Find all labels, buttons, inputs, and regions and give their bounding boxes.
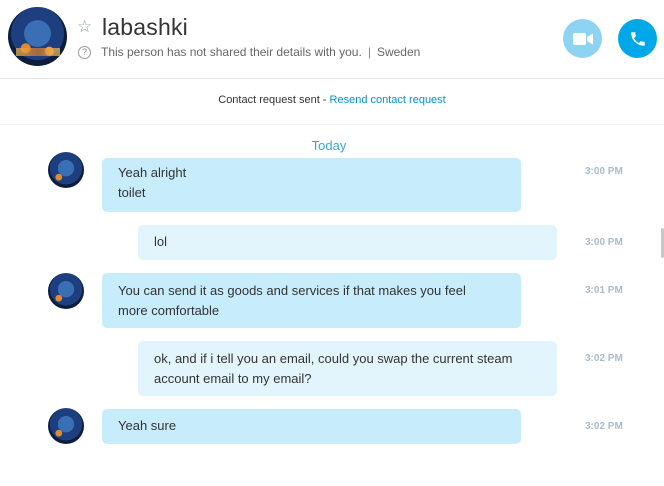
resend-contact-request-link[interactable]: Resend contact request <box>330 94 446 106</box>
contact-location: Sweden <box>376 45 421 59</box>
message-bubble[interactable]: ok, and if i tell you an email, could yo… <box>138 341 557 396</box>
question-circle-icon: ? <box>78 45 91 59</box>
message-text-line: toilet <box>118 185 146 200</box>
conversation-header: ☆ labashki ? This person has not shared … <box>0 0 664 79</box>
message-text-line: Yeah sure <box>118 418 177 433</box>
message-timestamp: 3:02 PM <box>585 353 623 364</box>
message-text-line: account email to my email? <box>154 371 312 386</box>
message-bubble[interactable]: Yeah alright toilet <box>102 158 521 212</box>
message-timestamp: 3:01 PM <box>585 285 623 296</box>
date-divider: Today <box>311 138 347 153</box>
message-bubble[interactable]: You can send it as goods and services if… <box>102 273 521 328</box>
message-timestamp: 3:00 PM <box>585 237 623 248</box>
message-text-line: You can send it as goods and services if… <box>118 283 466 298</box>
details-text: This person has not shared their details… <box>101 45 362 59</box>
contact-details-row: ? This person has not shared their detai… <box>78 45 420 59</box>
message-timestamp: 3:02 PM <box>585 421 623 432</box>
message-bubble[interactable]: Yeah sure <box>102 409 521 444</box>
message-avatar[interactable] <box>48 408 84 444</box>
message-text-line: Yeah alright <box>118 165 187 180</box>
phone-icon <box>630 31 645 46</box>
message-bubble[interactable]: lol <box>138 225 557 260</box>
video-call-button[interactable] <box>563 19 602 58</box>
video-camera-icon <box>572 32 593 45</box>
details-separator: | <box>367 45 371 59</box>
contact-request-status: Contact request sent <box>218 94 320 106</box>
message-avatar[interactable] <box>48 273 84 309</box>
contact-request-dash: - <box>319 94 330 106</box>
message-text-line: lol <box>154 234 168 249</box>
voice-call-button[interactable] <box>618 19 657 58</box>
contact-name[interactable]: labashki <box>102 14 188 41</box>
message-text-line: ok, and if i tell you an email, could yo… <box>154 351 513 366</box>
contact-request-banner: Contact request sent - Resend contact re… <box>0 94 664 106</box>
chat-divider-line <box>0 124 664 125</box>
star-outline-icon[interactable]: ☆ <box>77 18 92 35</box>
message-text-line: more comfortable <box>118 303 220 318</box>
message-avatar[interactable] <box>48 152 84 188</box>
message-timestamp: 3:00 PM <box>585 166 623 177</box>
contact-avatar[interactable] <box>8 7 67 66</box>
